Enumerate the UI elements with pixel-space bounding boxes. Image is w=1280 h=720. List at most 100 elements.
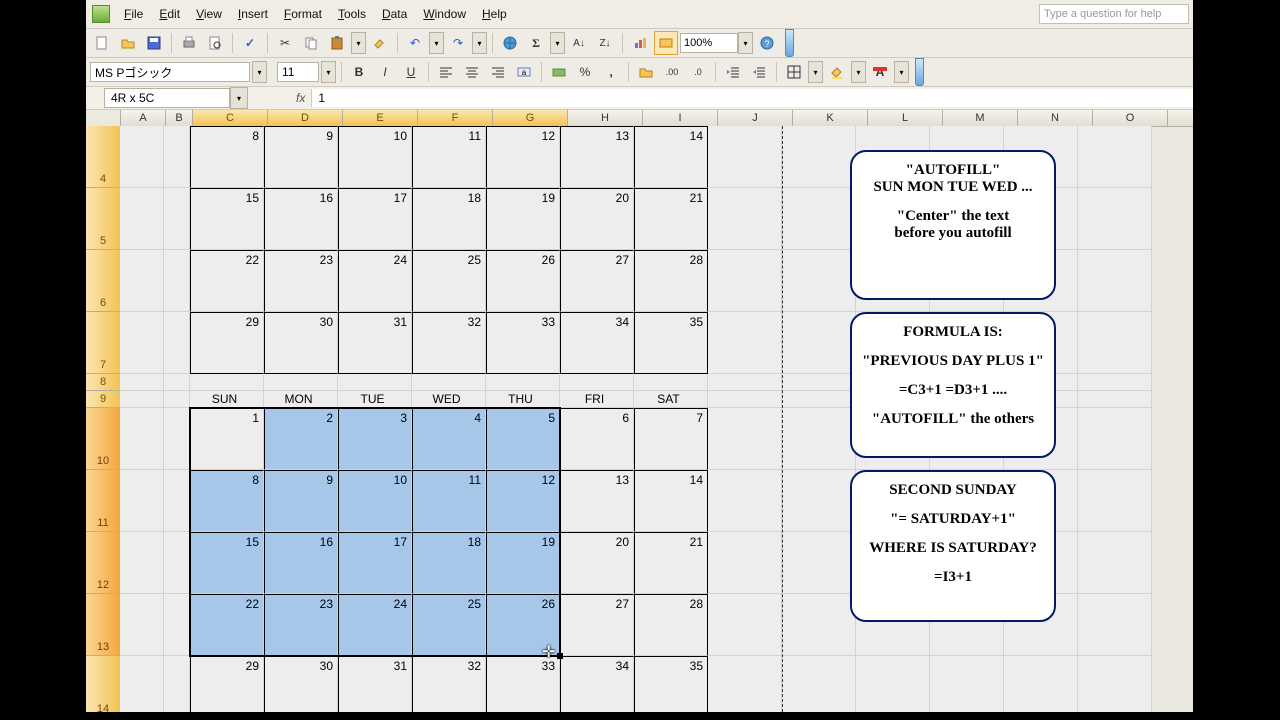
col-header-H[interactable]: H <box>568 110 643 126</box>
cell-O10[interactable] <box>1078 408 1152 470</box>
align-center-icon[interactable] <box>460 60 484 84</box>
cell-A8[interactable] <box>120 374 164 391</box>
cell-E10[interactable]: 3 <box>338 408 412 470</box>
toolbar-options-icon[interactable] <box>915 58 924 86</box>
select-all-corner[interactable] <box>86 110 121 126</box>
cell-B8[interactable] <box>164 374 190 391</box>
cell-I6[interactable]: 28 <box>634 250 708 312</box>
cell-O5[interactable] <box>1078 188 1152 250</box>
cell-K14[interactable] <box>782 656 856 712</box>
cell-H4[interactable]: 13 <box>560 126 634 188</box>
cell-F5[interactable]: 18 <box>412 188 486 250</box>
cell-O4[interactable] <box>1078 126 1152 188</box>
row-header-5[interactable]: 5 <box>86 188 120 250</box>
cell-I5[interactable]: 21 <box>634 188 708 250</box>
chart-wizard-icon[interactable] <box>628 31 652 55</box>
cell-J7[interactable] <box>708 312 782 374</box>
cell-G12[interactable]: 19 <box>486 532 560 594</box>
cell-B13[interactable] <box>164 594 190 656</box>
cell-B11[interactable] <box>164 470 190 532</box>
cell-E12[interactable]: 17 <box>338 532 412 594</box>
cell-K12[interactable] <box>782 532 856 594</box>
col-header-O[interactable]: O <box>1093 110 1168 126</box>
cell-G14[interactable]: 33 <box>486 656 560 712</box>
cell-O12[interactable] <box>1078 532 1152 594</box>
cell-H5[interactable]: 20 <box>560 188 634 250</box>
cell-A10[interactable] <box>120 408 164 470</box>
row-header-12[interactable]: 12 <box>86 532 120 594</box>
cell-I12[interactable]: 21 <box>634 532 708 594</box>
cell-C11[interactable]: 8 <box>190 470 264 532</box>
font-name-input[interactable]: MS Pゴシック <box>90 62 250 82</box>
name-box-input[interactable]: 4R x 5C <box>104 88 230 108</box>
cell-F11[interactable]: 11 <box>412 470 486 532</box>
cell-H11[interactable]: 13 <box>560 470 634 532</box>
spellcheck-icon[interactable]: ✓ <box>238 31 262 55</box>
cell-A11[interactable] <box>120 470 164 532</box>
cell-I4[interactable]: 14 <box>634 126 708 188</box>
cell-O9[interactable] <box>1078 391 1152 408</box>
row-header-7[interactable]: 7 <box>86 312 120 374</box>
col-header-I[interactable]: I <box>643 110 718 126</box>
cell-K9[interactable] <box>782 391 856 408</box>
note-autofill[interactable]: "AUTOFILL"SUN MON TUE WED ..."Center" th… <box>850 150 1056 300</box>
col-header-M[interactable]: M <box>943 110 1018 126</box>
cell-B4[interactable] <box>164 126 190 188</box>
cell-G6[interactable]: 26 <box>486 250 560 312</box>
hyperlink-icon[interactable] <box>498 31 522 55</box>
cell-E8[interactable] <box>338 374 412 391</box>
font-size-dropdown-icon[interactable]: ▾ <box>321 61 336 83</box>
cell-C8[interactable] <box>190 374 264 391</box>
cell-G8[interactable] <box>486 374 560 391</box>
cell-D13[interactable]: 23 <box>264 594 338 656</box>
open-icon[interactable] <box>116 31 140 55</box>
cell-B12[interactable] <box>164 532 190 594</box>
cell-C4[interactable]: 8 <box>190 126 264 188</box>
borders-dropdown-icon[interactable]: ▾ <box>808 61 823 83</box>
cell-B10[interactable] <box>164 408 190 470</box>
fill-color-icon[interactable] <box>825 60 849 84</box>
font-color-icon[interactable]: A <box>868 60 892 84</box>
col-header-J[interactable]: J <box>718 110 793 126</box>
undo-dropdown-icon[interactable]: ▾ <box>429 32 444 54</box>
underline-button[interactable]: U <box>399 60 423 84</box>
row-header-11[interactable]: 11 <box>86 470 120 532</box>
cell-J9[interactable] <box>708 391 782 408</box>
cell-F8[interactable] <box>412 374 486 391</box>
cell-H13[interactable]: 27 <box>560 594 634 656</box>
row-header-4[interactable]: 4 <box>86 126 120 188</box>
menu-data[interactable]: Data <box>374 3 415 25</box>
cell-A5[interactable] <box>120 188 164 250</box>
cell-L14[interactable] <box>856 656 930 712</box>
cell-G7[interactable]: 33 <box>486 312 560 374</box>
col-header-L[interactable]: L <box>868 110 943 126</box>
paste-dropdown-icon[interactable]: ▾ <box>351 32 366 54</box>
cell-F7[interactable]: 32 <box>412 312 486 374</box>
align-left-icon[interactable] <box>434 60 458 84</box>
note-second-sunday[interactable]: SECOND SUNDAY"= SATURDAY+1"WHERE IS SATU… <box>850 470 1056 622</box>
cell-A12[interactable] <box>120 532 164 594</box>
borders-icon[interactable] <box>782 60 806 84</box>
cell-O8[interactable] <box>1078 374 1152 391</box>
cell-C14[interactable]: 29 <box>190 656 264 712</box>
cell-E11[interactable]: 10 <box>338 470 412 532</box>
cell-F10[interactable]: 4 <box>412 408 486 470</box>
row-header-10[interactable]: 10 <box>86 408 120 470</box>
cell-G11[interactable]: 12 <box>486 470 560 532</box>
print-preview-icon[interactable] <box>203 31 227 55</box>
cell-H14[interactable]: 34 <box>560 656 634 712</box>
undo-icon[interactable]: ↶ <box>403 31 427 55</box>
comma-icon[interactable]: , <box>599 60 623 84</box>
cell-I11[interactable]: 14 <box>634 470 708 532</box>
cell-C5[interactable]: 15 <box>190 188 264 250</box>
fill-color-dropdown-icon[interactable]: ▾ <box>851 61 866 83</box>
cell-B7[interactable] <box>164 312 190 374</box>
cell-A7[interactable] <box>120 312 164 374</box>
spreadsheet-grid[interactable]: ABCDEFGHIJKLMNO 4567891011121314 8910111… <box>86 110 1193 712</box>
cell-H9[interactable]: FRI <box>560 391 634 408</box>
cell-D14[interactable]: 30 <box>264 656 338 712</box>
cell-A13[interactable] <box>120 594 164 656</box>
cell-K13[interactable] <box>782 594 856 656</box>
zoom-input[interactable]: 100% <box>680 33 738 53</box>
autosum-dropdown-icon[interactable]: ▾ <box>550 32 565 54</box>
